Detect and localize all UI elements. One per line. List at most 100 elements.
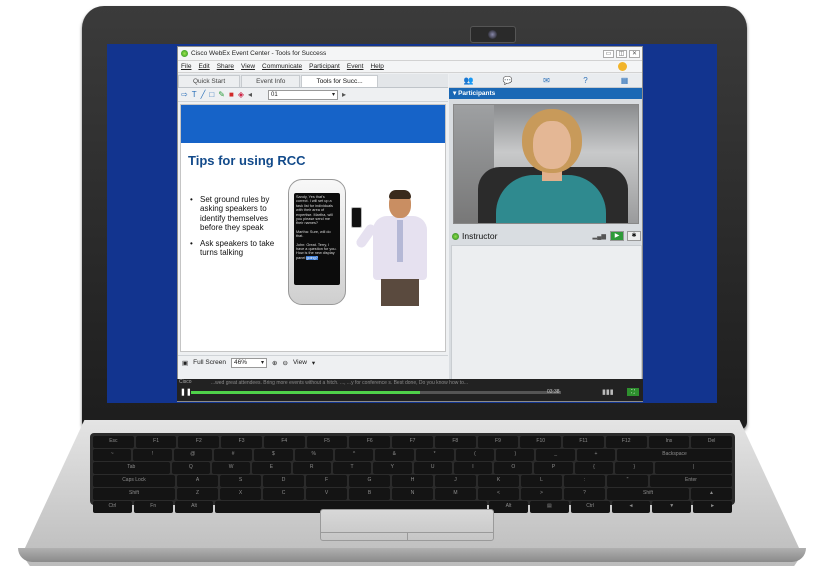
key[interactable]: ▤ [529,501,569,513]
key[interactable]: ► [693,501,732,513]
menu-communicate[interactable]: Communicate [262,63,302,70]
key[interactable]: Y [373,462,412,474]
key[interactable]: P [534,462,573,474]
menu-view[interactable]: View [241,63,255,70]
key[interactable]: A [177,475,218,487]
settings-icon[interactable]: ✱ [627,231,641,241]
key[interactable]: Esc [93,436,134,448]
eraser-icon[interactable]: ◈ [238,90,244,100]
key[interactable]: U [413,462,452,474]
poll-icon[interactable]: ▦ [605,74,642,87]
key[interactable]: C [263,488,304,500]
key[interactable]: Caps Lock [93,475,175,487]
next-page-icon[interactable]: ▸ [342,90,346,100]
key[interactable]: R [292,462,331,474]
key[interactable]: } [615,462,654,474]
rectangle-icon[interactable]: □ [209,90,214,100]
key[interactable]: F11 [563,436,604,448]
full-screen-button[interactable]: Full Screen [193,359,226,366]
menu-participant[interactable]: Participant [309,63,340,70]
key[interactable]: @ [173,449,212,461]
key[interactable]: O [494,462,533,474]
key[interactable]: Alt [174,501,214,513]
key[interactable]: F1 [135,436,177,448]
key[interactable]: Fn [133,501,173,513]
tab-tools-for-success[interactable]: Tools for Succ... [301,75,378,87]
key[interactable]: L [521,475,562,487]
key[interactable]: ^ [334,449,374,461]
key[interactable]: W [211,462,251,474]
key[interactable]: _ [536,449,575,461]
key[interactable]: ( [455,449,495,461]
key[interactable]: F5 [306,436,348,448]
pause-icon[interactable]: ❚❚ [180,388,192,396]
key[interactable]: $ [254,449,293,461]
trackpad[interactable] [320,509,494,541]
notes-icon[interactable]: ✉ [527,74,566,87]
key[interactable]: T [332,462,372,474]
key[interactable]: " [607,475,648,487]
key[interactable]: V [306,488,347,500]
chat-icon[interactable]: 💬 [488,74,527,87]
tab-quick-start[interactable]: Quick Start [178,75,241,87]
key[interactable]: F10 [520,436,562,448]
key[interactable]: Alt [489,501,528,513]
previous-page-icon[interactable]: ◂ [248,90,252,100]
key[interactable]: Shift [607,488,689,500]
menu-edit[interactable]: Edit [198,63,209,70]
status-icon[interactable] [618,62,627,71]
key[interactable]: F4 [263,436,305,448]
key[interactable]: > [521,488,562,500]
key[interactable]: Tab [93,462,170,474]
participants-header[interactable]: Participants [458,90,495,97]
zoom-in-icon[interactable]: ⊕ [272,359,277,367]
key[interactable]: Z [177,488,218,500]
menu-share[interactable]: Share [217,63,234,70]
key[interactable]: N [392,488,433,500]
color-icon[interactable]: ■ [229,90,234,100]
key[interactable]: ▲ [691,488,732,500]
minimize-button[interactable]: ▭ [603,49,614,58]
volume-icon[interactable]: ▮▮▮ [602,388,614,396]
arrow-icon[interactable]: ⇨ [181,90,188,100]
key[interactable]: F6 [349,436,391,448]
close-button[interactable]: ✕ [629,49,640,58]
key[interactable]: K [478,475,519,487]
key[interactable]: | [655,462,732,474]
key[interactable]: & [375,449,414,461]
key[interactable]: H [392,475,433,487]
key[interactable]: ◄ [611,501,651,513]
key[interactable]: Enter [650,475,732,487]
qa-icon[interactable]: ? [566,74,605,87]
key[interactable]: Backspace [617,449,732,461]
key[interactable]: { [574,462,614,474]
key[interactable]: Ins [648,436,690,448]
key[interactable]: Ctrl [93,501,132,513]
key[interactable]: Q [171,462,210,474]
zoom-out-icon[interactable]: ⊖ [282,359,287,367]
key[interactable]: X [220,488,261,500]
key[interactable]: # [213,449,253,461]
menu-event[interactable]: Event [347,63,364,70]
key[interactable]: J [435,475,476,487]
key[interactable]: S [220,475,261,487]
progress-track[interactable] [191,391,561,394]
key[interactable]: ) [496,449,535,461]
key[interactable]: F8 [434,436,476,448]
page-selector[interactable]: 01 [267,89,338,100]
key[interactable]: F [306,475,347,487]
view-menu[interactable]: View [293,359,307,366]
key[interactable]: Del [691,436,733,448]
key[interactable]: * [415,449,454,461]
key[interactable]: B [349,488,390,500]
key[interactable]: F2 [178,436,220,448]
key[interactable]: + [576,449,616,461]
fullscreen-icon[interactable]: ⛶ [627,388,639,396]
key[interactable]: Ctrl [570,501,610,513]
restore-button[interactable]: ◫ [616,49,627,58]
key[interactable]: F3 [221,436,262,448]
pen-icon[interactable]: ✎ [218,90,225,100]
menu-file[interactable]: File [181,63,191,70]
text-icon[interactable]: T [192,90,197,100]
key[interactable]: F9 [477,436,519,448]
